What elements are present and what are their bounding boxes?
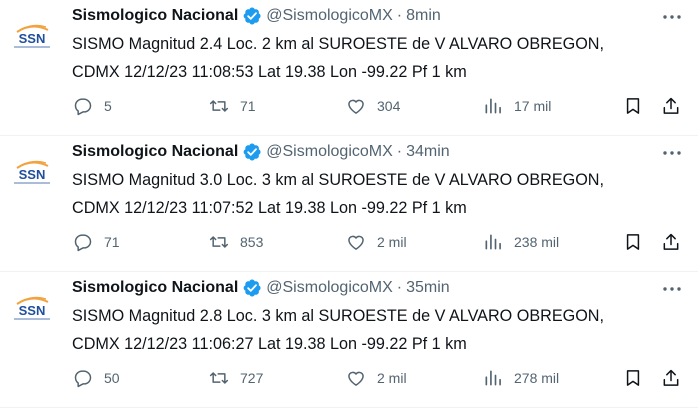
reply-count: 5 bbox=[104, 98, 112, 114]
bar-chart-icon bbox=[482, 95, 504, 117]
more-dots-icon bbox=[663, 151, 681, 155]
logo-text: SSN bbox=[19, 303, 46, 318]
like-count: 2 mil bbox=[377, 234, 407, 250]
reply-count: 71 bbox=[104, 234, 120, 250]
tweet-text-line: CDMX 12/12/23 11:07:52 Lat 19.38 Lon -99… bbox=[72, 199, 467, 217]
retweet-count: 727 bbox=[240, 370, 264, 386]
tweet-header: Sismologico Nacional @SismologicoMX · 35… bbox=[72, 276, 450, 300]
author-handle[interactable]: @SismologicoMX bbox=[266, 140, 393, 164]
bookmark-icon bbox=[622, 95, 644, 117]
author-name[interactable]: Sismologico Nacional bbox=[72, 4, 238, 28]
author-handle[interactable]: @SismologicoMX bbox=[266, 276, 393, 300]
author-name[interactable]: Sismologico Nacional bbox=[72, 140, 238, 164]
ssn-logo-icon: SSN bbox=[14, 24, 50, 48]
share-upload-icon bbox=[660, 231, 682, 253]
tweet-text: SISMO Magnitud 2.8 Loc. 3 km al SUROESTE… bbox=[72, 302, 688, 358]
share-button[interactable] bbox=[660, 364, 682, 392]
views-button[interactable]: 17 mil bbox=[482, 92, 551, 120]
bookmark-button[interactable] bbox=[622, 364, 644, 392]
logo-text: SSN bbox=[19, 31, 46, 46]
verified-badge-icon bbox=[242, 278, 262, 298]
retweet-count: 853 bbox=[240, 234, 264, 250]
avatar[interactable]: SSN bbox=[8, 148, 56, 196]
bookmark-icon bbox=[622, 367, 644, 389]
retweet-button[interactable]: 853 bbox=[208, 228, 263, 256]
timestamp[interactable]: 8min bbox=[406, 4, 441, 28]
retweet-arrows-icon bbox=[208, 95, 230, 117]
verified-badge-icon bbox=[242, 142, 262, 162]
more-options-button[interactable] bbox=[660, 8, 684, 26]
author-handle[interactable]: @SismologicoMX bbox=[266, 4, 393, 28]
dot-separator: · bbox=[396, 279, 403, 296]
avatar[interactable]: SSN bbox=[8, 284, 56, 332]
retweet-arrows-icon bbox=[208, 367, 230, 389]
reply-count: 50 bbox=[104, 370, 120, 386]
action-bar: 71 853 2 mil 238 mil bbox=[72, 228, 692, 256]
tweet-text-line: SISMO Magnitud 2.8 Loc. 3 km al SUROESTE… bbox=[72, 307, 604, 325]
tweet[interactable]: SSN Sismologico Nacional @SismologicoMX … bbox=[0, 272, 698, 408]
action-bar: 50 727 2 mil 278 mil bbox=[72, 364, 692, 392]
dot-separator: · bbox=[396, 143, 403, 160]
ssn-logo-icon: SSN bbox=[14, 296, 50, 320]
verified-badge-icon bbox=[242, 6, 262, 26]
retweet-button[interactable]: 71 bbox=[208, 92, 256, 120]
views-button[interactable]: 278 mil bbox=[482, 364, 559, 392]
bookmark-button[interactable] bbox=[622, 228, 644, 256]
tweet-header: Sismologico Nacional @SismologicoMX · 8m… bbox=[72, 4, 441, 28]
like-button[interactable]: 304 bbox=[345, 92, 400, 120]
speech-bubble-icon bbox=[72, 95, 94, 117]
tweet-header: Sismologico Nacional @SismologicoMX · 34… bbox=[72, 140, 450, 164]
view-count: 17 mil bbox=[514, 98, 552, 114]
speech-bubble-icon bbox=[72, 231, 94, 253]
heart-icon bbox=[345, 95, 367, 117]
bookmark-button[interactable] bbox=[622, 92, 644, 120]
dot-separator: · bbox=[396, 7, 403, 24]
more-dots-icon bbox=[663, 287, 681, 291]
retweet-count: 71 bbox=[240, 98, 256, 114]
tweet-feed: SSN Sismologico Nacional @SismologicoMX … bbox=[0, 0, 698, 412]
bookmark-icon bbox=[622, 231, 644, 253]
tweet-text: SISMO Magnitud 2.4 Loc. 2 km al SUROESTE… bbox=[72, 30, 688, 86]
retweet-button[interactable]: 727 bbox=[208, 364, 263, 392]
speech-bubble-icon bbox=[72, 367, 94, 389]
timestamp[interactable]: 34min bbox=[406, 140, 450, 164]
share-button[interactable] bbox=[660, 92, 682, 120]
tweet-text-line: CDMX 12/12/23 11:06:27 Lat 19.38 Lon -99… bbox=[72, 335, 467, 353]
view-count: 238 mil bbox=[514, 234, 560, 250]
heart-icon bbox=[345, 367, 367, 389]
tweet-text-line: SISMO Magnitud 3.0 Loc. 3 km al SUROESTE… bbox=[72, 171, 604, 189]
more-options-button[interactable] bbox=[660, 280, 684, 298]
action-bar: 5 71 304 17 mil bbox=[72, 92, 692, 120]
tweet-text-line: CDMX 12/12/23 11:08:53 Lat 19.38 Lon -99… bbox=[72, 63, 467, 81]
share-upload-icon bbox=[660, 95, 682, 117]
like-count: 2 mil bbox=[377, 370, 407, 386]
more-options-button[interactable] bbox=[660, 144, 684, 162]
share-button[interactable] bbox=[660, 228, 682, 256]
view-count: 278 mil bbox=[514, 370, 560, 386]
like-button[interactable]: 2 mil bbox=[345, 228, 407, 256]
more-dots-icon bbox=[663, 15, 681, 19]
author-name[interactable]: Sismologico Nacional bbox=[72, 276, 238, 300]
tweet-text-line: SISMO Magnitud 2.4 Loc. 2 km al SUROESTE… bbox=[72, 35, 604, 53]
views-button[interactable]: 238 mil bbox=[482, 228, 559, 256]
heart-icon bbox=[345, 231, 367, 253]
tweet[interactable]: SSN Sismologico Nacional @SismologicoMX … bbox=[0, 136, 698, 272]
bar-chart-icon bbox=[482, 231, 504, 253]
tweet-text: SISMO Magnitud 3.0 Loc. 3 km al SUROESTE… bbox=[72, 166, 688, 222]
retweet-arrows-icon bbox=[208, 231, 230, 253]
tweet[interactable]: SSN Sismologico Nacional @SismologicoMX … bbox=[0, 0, 698, 136]
reply-button[interactable]: 71 bbox=[72, 228, 120, 256]
like-count: 304 bbox=[377, 98, 401, 114]
like-button[interactable]: 2 mil bbox=[345, 364, 407, 392]
reply-button[interactable]: 5 bbox=[72, 92, 112, 120]
timestamp[interactable]: 35min bbox=[406, 276, 450, 300]
ssn-logo-icon: SSN bbox=[14, 160, 50, 184]
avatar[interactable]: SSN bbox=[8, 12, 56, 60]
bar-chart-icon bbox=[482, 367, 504, 389]
reply-button[interactable]: 50 bbox=[72, 364, 120, 392]
share-upload-icon bbox=[660, 367, 682, 389]
logo-text: SSN bbox=[19, 167, 46, 182]
